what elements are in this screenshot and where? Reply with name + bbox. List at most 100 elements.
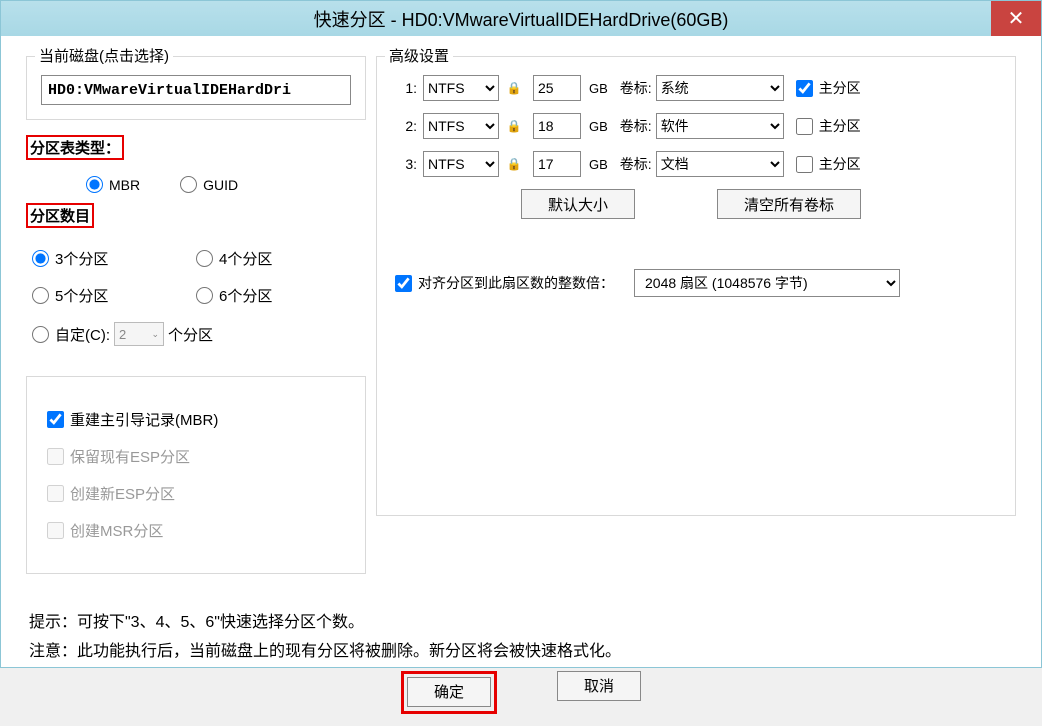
size-unit: GB — [589, 119, 608, 134]
radio-custom-partitions[interactable]: 自定(C): 2 ⌄ 个分区 — [32, 314, 360, 354]
lock-icon: 🔒 — [505, 119, 523, 133]
volume-label-text: 卷标: — [620, 154, 652, 174]
primary-label: 主分区 — [819, 154, 861, 174]
fs-select[interactable]: NTFS — [423, 151, 499, 177]
radio-5-label: 5个分区 — [55, 285, 108, 306]
table-type-radios: MBR GUID — [26, 168, 366, 193]
radio-custom-input[interactable] — [32, 326, 49, 343]
primary-label: 主分区 — [819, 78, 861, 98]
ok-button[interactable]: 确定 — [407, 677, 491, 707]
primary-checkbox-wrap[interactable]: 主分区 — [796, 78, 861, 98]
cb-msr: 创建MSR分区 — [47, 512, 345, 549]
cb-rebuild-mbr-label: 重建主引导记录(MBR) — [70, 409, 218, 430]
right-panel: 高级设置 1:NTFS🔒GB卷标:系统主分区2:NTFS🔒GB卷标:软件主分区3… — [376, 56, 1016, 589]
radio-4-input[interactable] — [196, 250, 213, 267]
custom-suffix: 个分区 — [168, 324, 213, 345]
partition-count-section: 分区数目 3个分区 4个分区 5个分区 — [26, 203, 366, 358]
radio-mbr-input[interactable] — [86, 176, 103, 193]
primary-checkbox-wrap[interactable]: 主分区 — [796, 154, 861, 174]
lock-icon: 🔒 — [505, 157, 523, 171]
radio-3-input[interactable] — [32, 250, 49, 267]
spinner-arrow-icon: ⌄ — [151, 329, 159, 340]
volume-select[interactable]: 系统 — [656, 75, 784, 101]
cb-keep-esp-input — [47, 448, 64, 465]
partition-rows: 1:NTFS🔒GB卷标:系统主分区2:NTFS🔒GB卷标:软件主分区3:NTFS… — [391, 75, 1001, 177]
radio-4-label: 4个分区 — [219, 248, 272, 269]
align-label: 对齐分区到此扇区数的整数倍： — [418, 273, 614, 293]
content-area: 当前磁盘(点击选择) 分区表类型： MBR GUID — [1, 36, 1041, 599]
disk-groupbox: 当前磁盘(点击选择) — [26, 56, 366, 120]
size-unit: GB — [589, 81, 608, 96]
volume-label-text: 卷标: — [620, 78, 652, 98]
custom-count-value: 2 — [119, 327, 126, 342]
size-input[interactable] — [533, 75, 581, 101]
primary-label: 主分区 — [819, 116, 861, 136]
custom-count-spinner[interactable]: 2 ⌄ — [114, 322, 164, 346]
mbr-options-group: 重建主引导记录(MBR) 保留现有ESP分区 创建新ESP分区 创建MSR分区 — [26, 376, 366, 574]
disk-input[interactable] — [41, 75, 351, 105]
primary-checkbox-wrap[interactable]: 主分区 — [796, 116, 861, 136]
volume-label-text: 卷标: — [620, 116, 652, 136]
size-input[interactable] — [533, 151, 581, 177]
partition-row-3: 3:NTFS🔒GB卷标:文档主分区 — [391, 151, 1001, 177]
radio-5-input[interactable] — [32, 287, 49, 304]
radio-guid-input[interactable] — [180, 176, 197, 193]
table-type-label: 分区表类型： — [26, 135, 124, 160]
cb-msr-input — [47, 522, 64, 539]
radio-3-partitions[interactable]: 3个分区 — [32, 240, 196, 277]
close-icon: ✕ — [1008, 6, 1025, 31]
volume-select[interactable]: 软件 — [656, 113, 784, 139]
table-type-section: 分区表类型： MBR GUID — [26, 135, 366, 193]
bottom-text: 提示：可按下"3、4、5、6"快速选择分区个数。 注意：此功能执行后，当前磁盘上… — [1, 599, 1041, 726]
footer-buttons: 确定 取消 — [29, 667, 1013, 714]
cb-new-esp-input — [47, 485, 64, 502]
close-button[interactable]: ✕ — [991, 1, 1041, 36]
clear-labels-button[interactable]: 清空所有卷标 — [717, 189, 861, 219]
partition-count-radios: 3个分区 4个分区 5个分区 6个分区 — [26, 236, 366, 358]
radio-mbr-label: MBR — [109, 177, 140, 193]
radio-guid-label: GUID — [203, 177, 238, 193]
default-size-button[interactable]: 默认大小 — [521, 189, 635, 219]
lock-icon: 🔒 — [505, 81, 523, 95]
radio-5-partitions[interactable]: 5个分区 — [32, 277, 196, 314]
size-input[interactable] — [533, 113, 581, 139]
cb-rebuild-mbr-input[interactable] — [47, 411, 64, 428]
partition-row-2: 2:NTFS🔒GB卷标:软件主分区 — [391, 113, 1001, 139]
align-select[interactable]: 2048 扇区 (1048576 字节) — [634, 269, 900, 297]
radio-6-label: 6个分区 — [219, 285, 272, 306]
advanced-groupbox: 高级设置 1:NTFS🔒GB卷标:系统主分区2:NTFS🔒GB卷标:软件主分区3… — [376, 56, 1016, 516]
align-checkbox[interactable] — [395, 275, 412, 292]
primary-checkbox[interactable] — [796, 80, 813, 97]
radio-3-label: 3个分区 — [55, 248, 108, 269]
hint-text: 提示：可按下"3、4、5、6"快速选择分区个数。 — [29, 609, 1013, 638]
adv-button-row: 默认大小 清空所有卷标 — [391, 189, 1001, 219]
fs-select[interactable]: NTFS — [423, 113, 499, 139]
radio-6-input[interactable] — [196, 287, 213, 304]
partition-count-label: 分区数目 — [26, 203, 94, 228]
primary-checkbox[interactable] — [796, 156, 813, 173]
warning-text: 注意：此功能执行后，当前磁盘上的现有分区将被删除。新分区将会被快速格式化。 — [29, 638, 1013, 667]
radio-6-partitions[interactable]: 6个分区 — [196, 277, 360, 314]
cb-rebuild-mbr[interactable]: 重建主引导记录(MBR) — [47, 401, 345, 438]
radio-mbr[interactable]: MBR — [86, 176, 140, 193]
cb-msr-label: 创建MSR分区 — [70, 520, 163, 541]
radio-4-partitions[interactable]: 4个分区 — [196, 240, 360, 277]
title-bar: 快速分区 - HD0:VMwareVirtualIDEHardDrive(60G… — [1, 1, 1041, 36]
dialog-window: 快速分区 - HD0:VMwareVirtualIDEHardDrive(60G… — [0, 0, 1042, 668]
ok-highlight-box: 确定 — [401, 671, 497, 714]
cb-keep-esp-label: 保留现有ESP分区 — [70, 446, 190, 467]
volume-select[interactable]: 文档 — [656, 151, 784, 177]
fs-select[interactable]: NTFS — [423, 75, 499, 101]
cb-keep-esp: 保留现有ESP分区 — [47, 438, 345, 475]
row-number: 3: — [391, 156, 417, 172]
radio-guid[interactable]: GUID — [180, 176, 238, 193]
left-panel: 当前磁盘(点击选择) 分区表类型： MBR GUID — [26, 56, 366, 589]
primary-checkbox[interactable] — [796, 118, 813, 135]
cb-new-esp-label: 创建新ESP分区 — [70, 483, 175, 504]
align-row: 对齐分区到此扇区数的整数倍： 2048 扇区 (1048576 字节) — [391, 269, 1001, 297]
window-title: 快速分区 - HD0:VMwareVirtualIDEHardDrive(60G… — [314, 6, 729, 32]
row-number: 1: — [391, 80, 417, 96]
disk-group-title: 当前磁盘(点击选择) — [35, 45, 173, 66]
cancel-button[interactable]: 取消 — [557, 671, 641, 701]
cb-new-esp: 创建新ESP分区 — [47, 475, 345, 512]
